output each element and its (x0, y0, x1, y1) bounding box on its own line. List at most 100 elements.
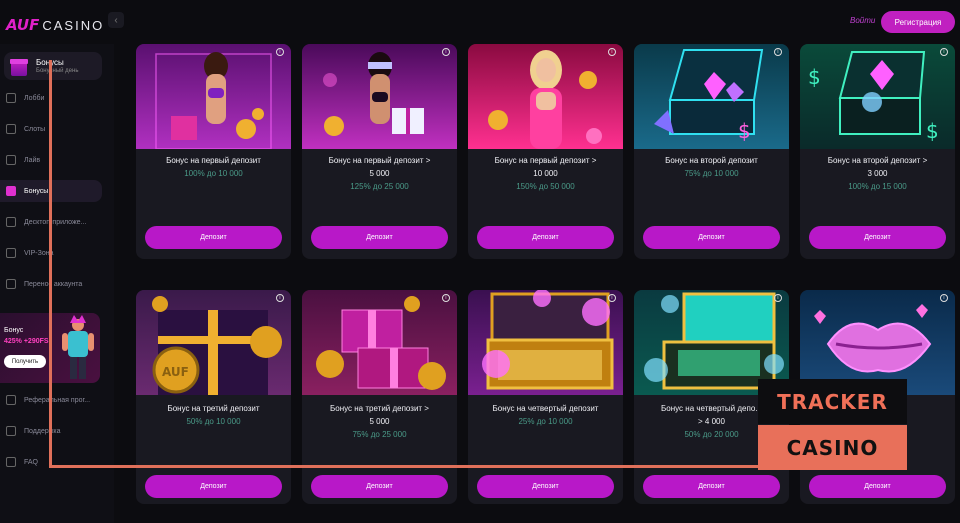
overlay-line-horizontal (49, 465, 761, 468)
bonus-promo-card[interactable]: Бонусы Бонусный день (4, 52, 102, 80)
card-image (302, 44, 457, 149)
faq-icon (6, 457, 16, 467)
bonus-card: i Бонус на первый депозит > 5 000 125% до… (302, 44, 457, 259)
deposit-button[interactable]: Депозит (311, 226, 448, 249)
bonus-card: i Бонус на четвертый депозит 25% до 10 0… (468, 290, 623, 504)
promo-subtitle: Бонусный день (36, 68, 79, 74)
card-title-line1: Бонус на второй депозит > (827, 156, 928, 165)
chevron-left-icon: ‹ (114, 14, 118, 26)
login-link[interactable]: Войти (850, 16, 875, 25)
card-percent: 75% до (684, 169, 712, 178)
card-amount: 10 000 (548, 417, 573, 426)
card-image: AUF (136, 290, 291, 395)
card-percent: 150% до (516, 182, 549, 191)
card-title-line1: Бонус на первый депозит > (328, 156, 431, 165)
deposit-button[interactable]: Депозит (477, 475, 614, 498)
card-title: Бонус на четвертый депозит (492, 404, 599, 413)
card-value: 75% до 25 000 (302, 430, 457, 439)
sidebar-item-label: Бонусы (24, 187, 49, 195)
bonus-card: $ $ i Бонус на второй депозит > 3 000 100… (800, 44, 955, 259)
card-amount: 25 000 (382, 430, 407, 439)
card-amount: 20 000 (714, 430, 739, 439)
get-bonus-button[interactable]: Получить (4, 355, 46, 368)
sidebar-item-label: Перенос аккаунта (24, 280, 83, 288)
sidebar-item-label: FAQ (24, 458, 39, 466)
card-image (468, 44, 623, 149)
card-title: Бонус на третий депозит > 5 000 (308, 402, 451, 428)
card-percent: 100% до (184, 169, 217, 178)
gift-icon (6, 186, 16, 196)
card-amount: 10 000 (216, 417, 241, 426)
info-icon[interactable]: i (608, 294, 616, 302)
sidebar-item-label: Лобби (24, 94, 45, 102)
card-title-line1: Бонус на третий депозит > (330, 404, 429, 413)
card-percent: 75% до (352, 430, 380, 439)
card-value: 25% до 10 000 (468, 417, 623, 426)
info-icon[interactable]: i (276, 48, 284, 56)
info-icon[interactable]: i (442, 48, 450, 56)
collapse-sidebar-button[interactable]: ‹ (108, 12, 124, 28)
sidebar-item-label: Лайв (24, 156, 41, 164)
card-title-line2: > 4 000 (698, 417, 725, 426)
slots-icon (6, 124, 16, 134)
card-title-line1: Бонус на первый депозит > (494, 156, 597, 165)
card-amount: 10 000 (218, 169, 243, 178)
tracker-watermark: TRACKER (758, 379, 907, 424)
logo-auf-text: AUF (6, 16, 40, 34)
info-icon[interactable]: i (940, 48, 948, 56)
deposit-button[interactable]: Депозит (311, 475, 448, 498)
card-percent: 25% до (518, 417, 546, 426)
sidebar-item-label: Поддержка (24, 427, 61, 435)
svg-text:$: $ (926, 119, 939, 143)
info-icon[interactable]: i (940, 294, 948, 302)
deposit-button[interactable]: Депозит (145, 475, 282, 498)
sidebar-item-label: Реферальная прог... (24, 396, 91, 404)
live-icon (6, 155, 16, 165)
card-image: $ $ (800, 44, 955, 149)
deposit-button[interactable]: Депозит (643, 475, 780, 498)
card-value: 125% до 25 000 (302, 182, 457, 191)
sidebar-item-label: Слоты (24, 125, 46, 133)
info-icon[interactable]: i (608, 48, 616, 56)
card-title-line2: 3 000 (867, 169, 888, 178)
card-value: 50% до 10 000 (136, 417, 291, 426)
card-amount: 25 000 (384, 182, 409, 191)
info-icon[interactable]: i (774, 294, 782, 302)
bonus-card: i Бонус на третий депозит > 5 000 75% до … (302, 290, 457, 504)
card-amount: 50 000 (550, 182, 575, 191)
gift-icon (10, 54, 28, 76)
sidebar-item-label: Десктоп-приложе... (24, 218, 87, 226)
deposit-button[interactable]: Депозит (809, 475, 946, 498)
register-button[interactable]: Регистрация (881, 11, 955, 33)
info-icon[interactable]: i (442, 294, 450, 302)
app-root: AUF CASINO ‹ Войти Регистрация Бонусы Бо… (0, 0, 960, 523)
card-value: 100% до 15 000 (800, 182, 955, 191)
card-percent: 125% до (350, 182, 383, 191)
svg-text:AUF: AUF (162, 365, 189, 379)
card-title: Бонус на третий депозит (167, 404, 260, 413)
deposit-button[interactable]: Депозит (145, 226, 282, 249)
transfer-icon (6, 279, 16, 289)
deposit-button[interactable]: Депозит (643, 226, 780, 249)
card-value: 75% до 10 000 (634, 169, 789, 178)
card-title-line1: Бонус на четвертый депо... (661, 404, 762, 413)
svg-text:$: $ (808, 65, 821, 89)
bonus-card: $ i Бонус на второй депозит 75% до 10 00… (634, 44, 789, 259)
card-title: Бонус на второй депозит > 3 000 (806, 154, 949, 180)
home-icon (6, 93, 16, 103)
info-icon[interactable]: i (774, 48, 782, 56)
logo[interactable]: AUF CASINO (6, 14, 104, 36)
card-title-line2: 10 000 (533, 169, 558, 178)
support-icon (6, 426, 16, 436)
card-title-line2: 5 000 (369, 169, 390, 178)
referral-icon (6, 395, 16, 405)
character-illustration (62, 315, 94, 379)
deposit-button[interactable]: Депозит (809, 226, 946, 249)
info-icon[interactable]: i (276, 294, 284, 302)
card-image (302, 290, 457, 395)
card-percent: 50% до (684, 430, 712, 439)
deposit-button[interactable]: Депозит (477, 226, 614, 249)
card-percent: 100% до (848, 182, 881, 191)
sidebar: Бонусы Бонусный день Лобби Слоты Лайв Бо… (0, 44, 114, 523)
bonus-card: i Бонус на первый депозит 100% до 10 000… (136, 44, 291, 259)
